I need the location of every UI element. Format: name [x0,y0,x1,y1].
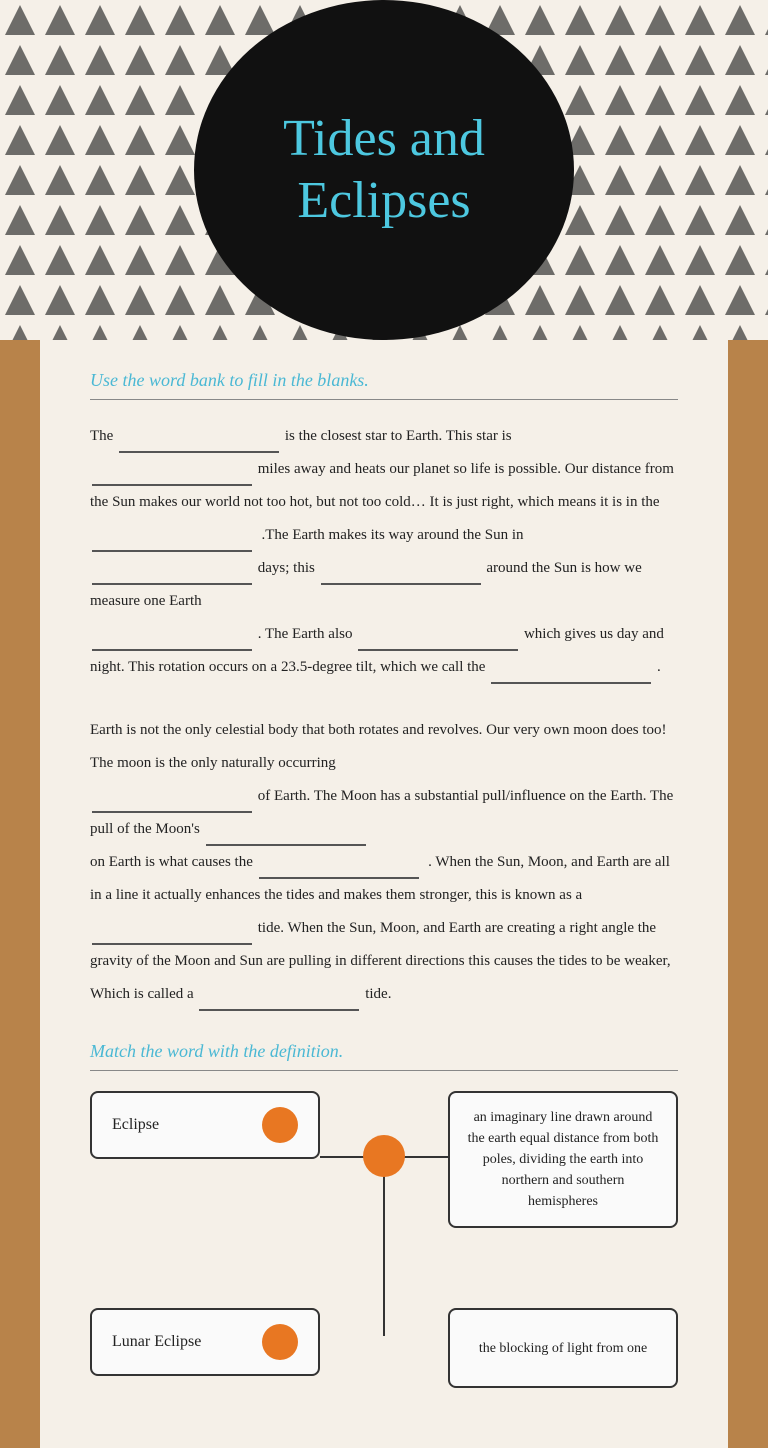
match-right-1: an imaginary line drawn around the earth… [448,1091,678,1228]
blank-8[interactable] [491,662,651,684]
header-section: Tides and Eclipses [0,0,768,340]
side-panel-left [0,340,40,1448]
match-word-lunar: Lunar Eclipse [112,1333,201,1351]
vertical-line-1 [383,1156,385,1336]
match-word-eclipse: Eclipse [112,1116,159,1134]
match-left-1: Eclipse [90,1091,320,1159]
fill-blanks-instruction: Use the word bank to fill in the blanks. [90,370,678,391]
title-line-1: Tides and [283,108,485,170]
blank-2[interactable] [92,464,252,486]
section-divider-2 [90,1070,678,1071]
text-p2: Earth is not the only celestial body tha… [90,722,667,771]
blank-9[interactable] [92,791,252,813]
match-instruction: Match the word with the definition. [90,1041,678,1062]
blank-7[interactable] [358,629,518,651]
text-p1h: . [657,659,661,675]
fill-blanks-text: The is the closest star to Earth. This s… [90,420,678,684]
main-content: Use the word bank to fill in the blanks.… [40,340,728,1448]
page-title: Tides and Eclipses [283,108,485,233]
match-box-lunar[interactable]: Lunar Eclipse [90,1308,320,1376]
match-dot-lunar [262,1324,298,1360]
blank-4[interactable] [92,563,252,585]
match-def-eclipse: an imaginary line drawn around the earth… [448,1091,678,1228]
def-text-lunar: the blocking of light from one [479,1338,647,1359]
blank-1[interactable] [119,431,279,453]
fill-blanks-text-2: Earth is not the only celestial body tha… [90,714,678,1011]
blank-10[interactable] [206,824,366,846]
match-dot-eclipse [262,1107,298,1143]
blank-11[interactable] [259,857,419,879]
blank-13[interactable] [199,989,359,1011]
section-divider-1 [90,399,678,400]
match-right-2: the blocking of light from one [448,1308,678,1388]
match-row-1: Eclipse an imagina [90,1091,678,1228]
text-p1d: days; this [258,560,315,576]
blank-6[interactable] [92,629,252,651]
center-dot-1 [363,1135,405,1177]
text-p1-end: is the closest star to Earth. This star … [285,428,512,444]
text-p2c: on Earth is what causes the [90,854,253,870]
text-the: The [90,428,113,444]
def-text-eclipse: an imaginary line drawn around the earth… [466,1107,660,1212]
text-p1f: . The Earth also [258,626,353,642]
text-p2f: tide. [365,986,391,1002]
page-wrapper: Tides and Eclipses Use the word bank to … [0,0,768,1448]
text-p1c: .The Earth makes its way around the Sun … [262,527,524,543]
blank-3[interactable] [92,530,252,552]
match-def-lunar: the blocking of light from one [448,1308,678,1388]
match-box-eclipse[interactable]: Eclipse [90,1091,320,1159]
title-line-2: Eclipses [283,170,485,232]
match-left-2: Lunar Eclipse [90,1308,320,1376]
blank-12[interactable] [92,923,252,945]
side-panel-right [728,340,768,1448]
match-section: Eclipse an imagina [90,1091,678,1388]
title-circle: Tides and Eclipses [194,0,574,340]
blank-5[interactable] [321,563,481,585]
